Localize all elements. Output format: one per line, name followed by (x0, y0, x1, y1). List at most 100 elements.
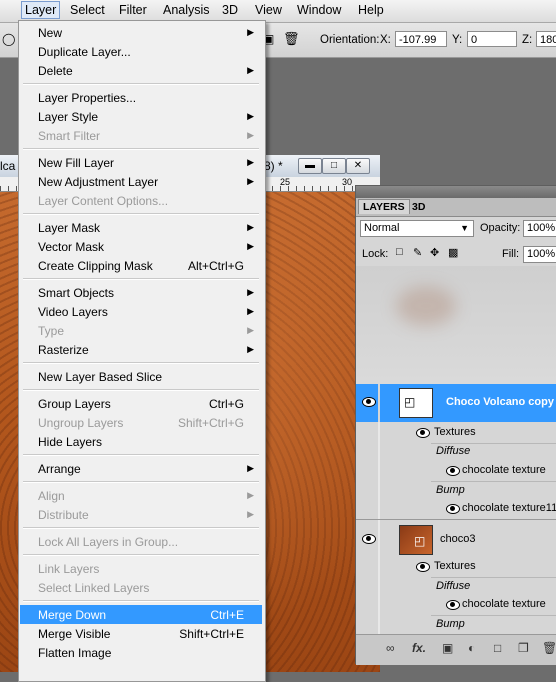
submenu-arrow-icon: ▶ (247, 306, 254, 316)
menu-help[interactable]: Help (358, 3, 384, 17)
fill-input[interactable]: 100% (523, 246, 556, 263)
bump-label: Bump (436, 618, 465, 630)
menu-item-delete[interactable]: Delete ▶ (20, 61, 262, 80)
menu-item-arrange[interactable]: Arrange ▶ (20, 459, 262, 478)
menu-item-rasterize[interactable]: Rasterize ▶ (20, 340, 262, 359)
maximize-button[interactable]: □ (322, 158, 346, 174)
menu-item-vector-mask[interactable]: Vector Mask ▶ (20, 237, 262, 256)
menu-item-smart-objects[interactable]: Smart Objects ▶ (20, 283, 262, 302)
menu-item-layer-style[interactable]: Layer Style ▶ (20, 107, 262, 126)
layer-row[interactable]: ◰ Choco Volcano copy 3 (356, 384, 556, 422)
textures-label: Textures (434, 426, 476, 438)
submenu-arrow-icon: ▶ (247, 509, 254, 519)
opacity-input[interactable]: 100% (523, 220, 556, 237)
menu-view[interactable]: View (255, 3, 282, 17)
texture-name: chocolate texture (462, 598, 546, 610)
menu-item-merge-down[interactable]: Merge Down Ctrl+E (20, 605, 262, 624)
menu-separator (23, 481, 259, 483)
menu-separator (23, 600, 259, 602)
menu-item-merge-visible[interactable]: Merge Visible Shift+Ctrl+E (20, 624, 262, 643)
divider (431, 577, 556, 578)
menu-separator (23, 362, 259, 364)
lock-transparent-icon[interactable]: □ (396, 246, 403, 258)
submenu-arrow-icon: ▶ (247, 344, 254, 354)
texture-eye-icon[interactable] (446, 504, 460, 514)
submenu-arrow-icon: ▶ (247, 490, 254, 500)
textures-eye-icon[interactable] (416, 428, 430, 438)
trash-icon[interactable]: 🗑 (283, 31, 300, 47)
panel-header[interactable] (356, 186, 556, 198)
menu-item-shortcut: Ctrl+G (208, 397, 244, 411)
menu-filter[interactable]: Filter (119, 3, 147, 17)
submenu-arrow-icon: ▶ (247, 463, 254, 473)
menu-layer[interactable]: Layer (21, 1, 61, 19)
3d-layer-icon: ◰ (404, 395, 416, 409)
x-input[interactable]: -107.99 (395, 31, 447, 47)
menu-item-label: Vector Mask (38, 240, 105, 254)
menu-item-label: Merge Down (38, 608, 107, 622)
menu-item-label: Smart Filter (38, 129, 101, 143)
fx-icon[interactable]: fx. (412, 641, 426, 655)
adjustment-icon[interactable]: ◐ (468, 641, 475, 655)
texture-eye-icon[interactable] (446, 466, 460, 476)
menu-window[interactable]: Window (297, 3, 341, 17)
trash-icon[interactable]: 🗑 (542, 641, 556, 655)
menu-item-ungroup-layers: Ungroup Layers Shift+Ctrl+G (20, 413, 262, 432)
divider (378, 422, 380, 519)
menu-item-label: Flatten Image (38, 646, 112, 660)
group-icon[interactable]: □ (494, 641, 501, 655)
textures-eye-icon[interactable] (416, 562, 430, 572)
menu-item-lock-all-layers-in-group: Lock All Layers in Group... (20, 532, 262, 551)
menu-item-new-fill-layer[interactable]: New Fill Layer ▶ (20, 153, 262, 172)
menu-item-new[interactable]: New ▶ (20, 23, 262, 42)
tool-preset-icon[interactable]: ◯ (2, 32, 15, 46)
visibility-eye-icon[interactable] (362, 534, 376, 544)
menu-item-label: Select Linked Layers (38, 581, 150, 595)
menu-analysis[interactable]: Analysis (163, 3, 210, 17)
divider (378, 520, 380, 558)
menu-item-label: Ungroup Layers (38, 416, 124, 430)
menu-3d[interactable]: 3D (222, 3, 238, 17)
menu-item-hide-layers[interactable]: Hide Layers (20, 432, 262, 451)
layers-tabs: LAYERS 3D (356, 198, 556, 217)
menu-item-label: New (38, 26, 63, 40)
menu-item-create-clipping-mask[interactable]: Create Clipping Mask Alt+Ctrl+G (20, 256, 262, 275)
menu-item-new-adjustment-layer[interactable]: New Adjustment Layer ▶ (20, 172, 262, 191)
menu-item-group-layers[interactable]: Group Layers Ctrl+G (20, 394, 262, 413)
lock-image-icon[interactable]: ✎ (413, 246, 422, 259)
layer-row[interactable]: ◰ choco3 (356, 520, 556, 558)
z-input[interactable]: 180 (536, 31, 556, 47)
lock-label: Lock: (362, 248, 389, 260)
lock-position-icon[interactable]: ✥ (430, 246, 439, 259)
menu-item-layer-properties[interactable]: Layer Properties... (20, 88, 262, 107)
layer-menu-dropdown: New ▶ Duplicate Layer... Delete ▶ Layer Prope… (18, 20, 266, 682)
menu-item-label: Lock All Layers in Group... (38, 535, 179, 549)
mask-icon[interactable]: ▣ (442, 641, 453, 655)
menu-item-video-layers[interactable]: Video Layers ▶ (20, 302, 262, 321)
menu-item-shortcut: Alt+Ctrl+G (187, 259, 244, 273)
minimize-button[interactable]: ▬ (298, 158, 322, 174)
menu-separator (23, 454, 259, 456)
y-input[interactable]: 0 (467, 31, 517, 47)
menu-item-new-layer-based-slice[interactable]: New Layer Based Slice (20, 367, 262, 386)
document-tab-right: 8) * (264, 159, 283, 173)
visibility-eye-icon[interactable] (362, 397, 376, 407)
menu-item-duplicate-layer[interactable]: Duplicate Layer... (20, 42, 262, 61)
new-layer-icon[interactable]: ❐ (518, 641, 529, 655)
blend-mode-select[interactable]: Normal ▼ (360, 220, 474, 237)
menu-separator (23, 278, 259, 280)
texture-eye-icon[interactable] (446, 600, 460, 610)
tab-layers[interactable]: LAYERS (358, 199, 410, 214)
lock-all-icon[interactable]: ▩ (448, 246, 458, 259)
menu-item-select-linked-layers: Select Linked Layers (20, 578, 262, 597)
menu-select[interactable]: Select (70, 3, 105, 17)
submenu-arrow-icon: ▶ (247, 130, 254, 140)
menu-item-label: Hide Layers (38, 435, 103, 449)
menu-item-layer-mask[interactable]: Layer Mask ▶ (20, 218, 262, 237)
layer-row-blurred[interactable] (356, 266, 556, 384)
tab-3d[interactable]: 3D (408, 200, 429, 214)
menu-item-flatten-image[interactable]: Flatten Image (20, 643, 262, 662)
diffuse-label: Diffuse (436, 445, 471, 457)
link-icon[interactable]: ∞ (386, 641, 395, 655)
close-button[interactable]: ✕ (346, 158, 370, 174)
